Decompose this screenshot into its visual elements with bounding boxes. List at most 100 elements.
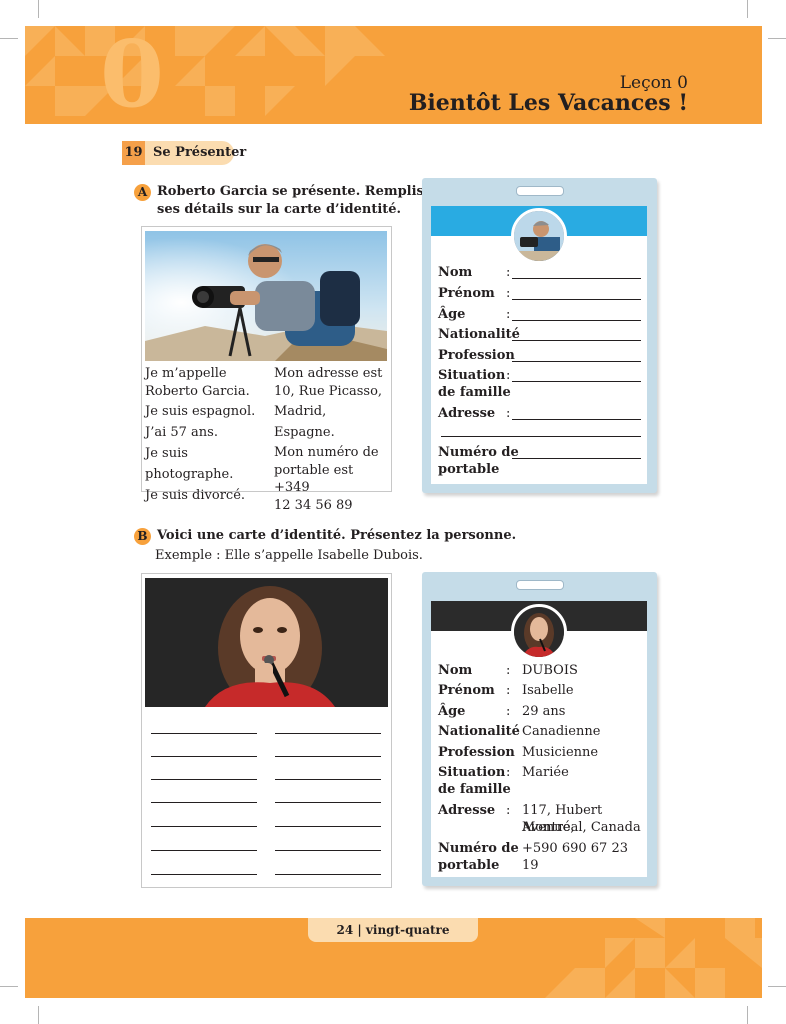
blank-adresse-2[interactable] [441,436,641,437]
colon: : [506,368,511,383]
label-situation: Situation [438,368,506,383]
value-prenom: Isabelle [522,683,574,698]
question-b-example: Exemple : Elle s’appelle Isabelle Dubois… [155,548,423,563]
isabelle-photo [145,578,388,707]
roberto-text-right: Mon adresse est 10, Rue Picasso, Madrid,… [274,365,389,515]
label-adresse: Adresse [438,803,496,818]
colon: : [506,803,511,818]
value-adresse-2: Montréal, Canada [522,820,641,835]
colon: : [506,265,511,280]
question-a-instruction-line1: Roberto Garcia se présente. Remplissez [157,184,447,199]
roberto-text-line: J’ai 57 ans. [145,425,218,440]
roberto-text-line: Je suis espagnol. [145,404,256,419]
writing-line[interactable] [151,733,257,734]
id-card-photo [511,208,567,264]
value-situation: Mariée [522,765,569,780]
label-age: Âge [438,307,466,322]
colon: : [506,286,511,301]
writing-line[interactable] [275,756,381,757]
id-card-photo [511,604,567,660]
isabelle-avatar-image [514,607,564,657]
roberto-text-line: 12 34 56 89 [274,498,353,513]
value-age: 29 ans [522,704,566,719]
roberto-text-line: Mon adresse est [274,366,383,381]
roberto-text-line: Mon numéro de [274,445,379,460]
blank-age[interactable] [512,320,641,321]
label-prenom: Prénom [438,683,495,698]
colon: : [506,683,511,698]
roberto-text-left: Je m’appelle Roberto Garcia. Je suis esp… [145,365,270,506]
label-profession: Profession [438,348,515,363]
roberto-text-line: Roberto Garcia. [145,384,250,399]
roberto-text-line: Je m’appelle [145,366,227,381]
id-card-roberto: Nom : Prénom : Âge : Nationalité : Profe… [422,178,657,493]
writing-line[interactable] [275,826,381,827]
id-card-face: Nom : Prénom : Âge : Nationalité : Profe… [431,206,647,484]
writing-line[interactable] [151,802,257,803]
question-b-marker: B [134,528,151,545]
roberto-text-line: portable est +349 [274,463,354,495]
label-nom: Nom [438,663,473,678]
writing-line[interactable] [151,756,257,757]
colon: : [506,348,511,363]
writing-line[interactable] [151,874,257,875]
blank-nom[interactable] [512,278,641,279]
writing-line[interactable] [275,779,381,780]
colon: : [506,841,511,856]
label-situation: Situation [438,765,506,780]
lesson-number-watermark: 0 [100,20,165,128]
roberto-text-line: Madrid, Espagne. [274,404,335,440]
crop-mark [38,0,39,18]
roberto-avatar-image [514,211,564,261]
label-adresse: Adresse [438,406,496,421]
crop-mark [747,1006,748,1024]
blank-nationalite[interactable] [512,340,641,341]
writing-line[interactable] [275,733,381,734]
crop-mark [768,38,786,39]
crop-mark [38,1006,39,1024]
value-profession: Musicienne [522,745,599,760]
value-numero: +590 690 67 23 19 [522,841,628,873]
value-nom: DUBOIS [522,663,578,678]
lesson-title: Bientôt Les Vacances ! [408,90,688,116]
blank-adresse[interactable] [512,419,641,420]
colon: : [506,327,511,342]
label-prenom: Prénom [438,286,495,301]
singer-image [145,578,388,707]
card-lanyard-slot [516,186,564,196]
label-numero-2: portable [438,858,500,873]
crop-mark [747,0,748,18]
page-number: 24 | vingt-quatre [336,923,450,937]
writing-line[interactable] [151,826,257,827]
value-nationalite: Canadienne [522,724,601,739]
colon: : [506,406,511,421]
label-situation-2: de famille [438,782,511,797]
crop-mark [0,986,18,987]
isabelle-writing-box [141,573,392,888]
writing-line[interactable] [151,850,257,851]
colon: : [506,704,511,719]
roberto-photo [145,231,387,361]
section-title: Se Présenter [153,145,247,160]
blank-prenom[interactable] [512,299,641,300]
writing-line[interactable] [151,779,257,780]
id-card-face: Nom : DUBOIS Prénom : Isabelle Âge : 29 … [431,601,647,877]
colon: : [506,445,511,460]
label-numero-2: portable [438,462,500,477]
crop-mark [0,38,18,39]
colon: : [506,307,511,322]
question-a-instruction-line2: ses détails sur la carte d’identité. [157,202,402,217]
crop-mark [768,986,786,987]
roberto-text-line: Je suis photographe. [145,446,234,482]
blank-numero[interactable] [512,458,641,459]
writing-line[interactable] [275,874,381,875]
blank-situation[interactable] [512,381,641,382]
roberto-text-line: Je suis divorcé. [145,488,246,503]
writing-line[interactable] [275,850,381,851]
section-number: 19 [122,141,145,165]
photographer-image [145,231,387,361]
writing-line[interactable] [275,802,381,803]
label-nom: Nom [438,265,473,280]
blank-profession[interactable] [512,361,641,362]
roberto-text-box: Je m’appelle Roberto Garcia. Je suis esp… [141,226,392,513]
